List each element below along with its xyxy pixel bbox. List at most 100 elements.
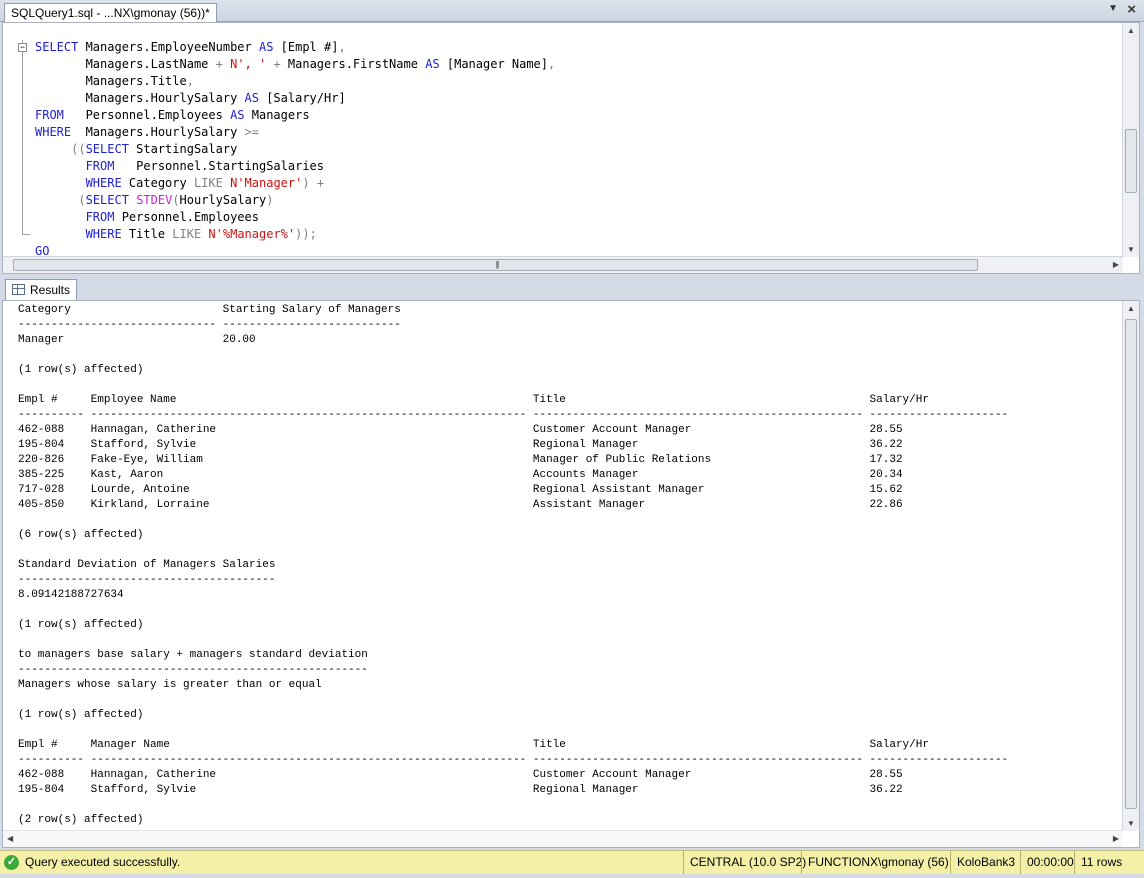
editor-horizontal-scrollbar[interactable]: ||| ▶ [3,256,1123,273]
code-line[interactable]: (SELECT STDEV(HourlySalary) [35,192,555,209]
code-token: STDEV [136,193,173,207]
grip-icon: ||| [495,260,500,269]
query-document-tab[interactable]: SQLQuery1.sql - ...NX\gmonay (56))* [4,3,217,22]
scroll-down-arrow-icon[interactable]: ▼ [1127,245,1135,254]
check-icon: ✓ [4,855,19,870]
code-token: Personnel.StartingSalaries [114,159,324,173]
status-login: FUNCTIONX\gmonay (56) [801,851,949,874]
code-token: Managers.HourlySalary [35,91,245,105]
result-line: Category Starting Salary of Managers [18,304,401,316]
result-line [18,378,1008,393]
code-line[interactable]: WHERE Category LIKE N'Manager') + [35,175,555,192]
result-line: 385-225 Kast, Aaron Accounts Manager 20.… [18,469,903,481]
editor-vertical-scrollbar[interactable]: ▲ ▼ [1122,23,1139,257]
scroll-down-arrow-icon[interactable]: ▼ [1127,819,1135,828]
results-tab[interactable]: Results [5,279,78,301]
scroll-right-arrow-icon[interactable]: ▶ [1113,260,1119,269]
result-line: (6 row(s) affected) [18,529,144,541]
result-line [18,348,1008,363]
result-line: 462-088 Hannagan, Catherine Customer Acc… [18,769,903,781]
result-line [18,798,1008,813]
code-line[interactable]: FROM Personnel.StartingSalaries [35,158,555,175]
code-line[interactable]: Managers.HourlySalary AS [Salary/Hr] [35,90,555,107]
result-line [18,693,1008,708]
code-token: , [186,74,194,88]
result-line [18,603,1008,618]
result-line: 8.09142188727634 [18,589,124,601]
status-database: KoloBank3 [950,851,1015,874]
results-vertical-scrollbar[interactable]: ▲ ▼ [1122,301,1139,831]
status-message: Query executed successfully. [25,855,181,869]
code-token: ( [172,193,180,207]
code-token: AS [258,40,274,54]
status-rows: 11 rows [1074,851,1122,874]
results-tab-label: Results [30,283,71,297]
code-token: N'Manager' [230,176,303,190]
code-token: , [338,40,346,54]
code-token: Managers.Title [35,74,187,88]
close-icon[interactable]: × [1127,1,1136,18]
result-line: (2 row(s) affected) [18,814,144,826]
query-tab-title: SQLQuery1.sql - ...NX\gmonay (56))* [11,6,210,20]
query-editor[interactable]: − SELECT Managers.EmployeeNumber AS [Emp… [2,22,1140,274]
results-vertical-scroll-thumb[interactable] [1125,319,1137,809]
code-token: + [316,176,325,190]
code-token: FROM [35,108,64,122]
code-line[interactable]: ((SELECT StartingSalary [35,141,555,158]
result-line: (1 row(s) affected) [18,364,144,376]
code-token: Managers.LastName [35,57,216,71]
result-line: Empl # Manager Name Title Salary/Hr [18,739,929,751]
scroll-left-arrow-icon[interactable]: ◀ [7,834,13,843]
code-token: ) [302,176,310,190]
code-token: LIKE [172,227,202,241]
code-token: LIKE [193,176,223,190]
code-token: SELECT [85,193,129,207]
status-elapsed: 00:00:00 [1020,851,1074,874]
code-token: SELECT [35,40,86,54]
code-token: Managers.HourlySalary [71,125,245,139]
results-pane[interactable]: Category Starting Salary of Managers ----… [2,300,1140,848]
editor-horizontal-scroll-thumb[interactable]: ||| [13,259,978,271]
code-token: StartingSalary [128,142,238,156]
result-line [18,633,1008,648]
code-token: [Empl #] [273,40,339,54]
results-horizontal-scrollbar[interactable]: ◀ ▶ [3,830,1123,847]
code-token: + [273,57,281,71]
code-token: AS [425,57,440,71]
code-token: Managers.EmployeeNumber [85,40,259,54]
code-line[interactable]: FROM Personnel.Employees [35,209,555,226]
code-token: Managers [244,108,310,122]
result-line: --------------------------------------- [18,574,276,586]
status-server: CENTRAL (10.0 SP2) [683,851,806,874]
result-line [18,543,1008,558]
sql-code[interactable]: SELECT Managers.EmployeeNumber AS [Empl … [35,39,555,260]
collapse-toggle-icon[interactable]: − [18,43,27,52]
result-line: ------------------------------ ---------… [18,319,401,331]
code-line[interactable]: SELECT Managers.EmployeeNumber AS [Empl … [35,39,555,56]
results-text: Category Starting Salary of Managers ----… [18,303,1008,828]
scroll-right-arrow-icon[interactable]: ▶ [1113,834,1119,843]
scroll-up-arrow-icon[interactable]: ▲ [1127,304,1135,313]
result-line: 195-804 Stafford, Sylvie Regional Manage… [18,439,903,451]
chevron-down-icon[interactable]: ▼ [1108,3,1118,14]
code-token: WHERE [85,176,122,190]
code-token: Category [121,176,194,190]
result-line: ---------- -----------------------------… [18,754,1009,766]
document-tab-bar: SQLQuery1.sql - ...NX\gmonay (56))* ▼ × [0,0,1144,22]
editor-vertical-scroll-thumb[interactable] [1125,129,1137,193]
code-line[interactable]: Managers.Title, [35,73,555,90]
result-line: Standard Deviation of Managers Salaries [18,559,276,571]
result-line: ---------- -----------------------------… [18,409,1009,421]
result-line: 462-088 Hannagan, Catherine Customer Acc… [18,424,903,436]
code-line[interactable]: WHERE Title LIKE N'%Manager%')); [35,226,555,243]
code-line[interactable]: Managers.LastName + N', ' + Managers.Fir… [35,56,556,73]
scroll-up-arrow-icon[interactable]: ▲ [1127,26,1135,35]
code-token: WHERE [35,125,72,139]
code-token: WHERE [85,227,122,241]
code-line[interactable]: FROM Personnel.Employees AS Managers [35,107,555,124]
code-line[interactable]: WHERE Managers.HourlySalary >= [35,124,555,141]
